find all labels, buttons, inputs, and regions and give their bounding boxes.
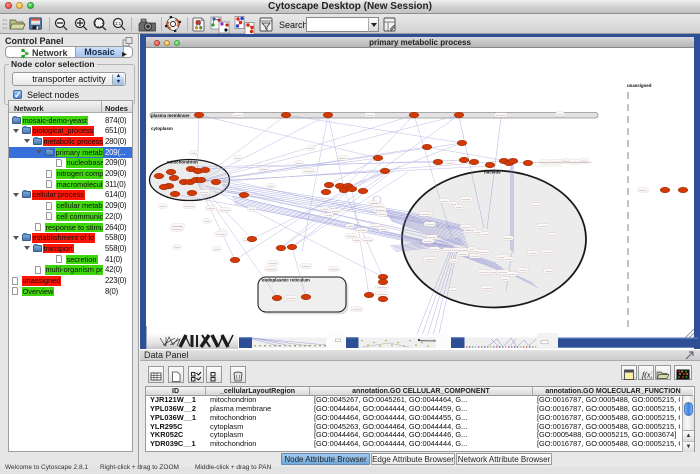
svg-text:unassigned: unassigned: [627, 83, 652, 88]
svg-text:plasma membrane: plasma membrane: [151, 113, 190, 118]
svg-text:1:1: 1:1: [115, 21, 122, 26]
svg-text:nucleus: nucleus: [484, 170, 501, 175]
svg-text:endoplasmic reticulum: endoplasmic reticulum: [262, 278, 310, 283]
svg-text:f(x): f(x): [642, 371, 652, 380]
svg-text:cytoplasm: cytoplasm: [151, 126, 173, 131]
svg-text:mitochondrion: mitochondrion: [167, 160, 198, 165]
